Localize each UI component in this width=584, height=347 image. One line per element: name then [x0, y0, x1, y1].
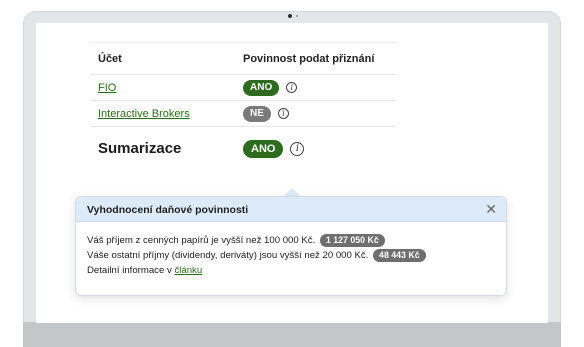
summary-label: Sumarizace — [98, 140, 182, 158]
other-income-amount-badge: 48 443 Kč — [373, 248, 426, 262]
close-icon[interactable]: ✕ — [485, 201, 497, 217]
camera-icon — [288, 14, 292, 18]
summary-status-cell: ANO i — [235, 127, 396, 171]
popover-arrow — [284, 188, 300, 196]
income-securities-line: Váš příjem z cenných papírů je vyšší než… — [87, 233, 495, 248]
table-header-row: Účet Povinnost podat přiznání — [90, 42, 396, 75]
article-link[interactable]: článku — [174, 265, 202, 276]
income-securities-text: Váš příjem z cenných papírů je vyšší než… — [87, 235, 316, 246]
popover-header: Vyhodnocení daňové povinnosti ✕ — [76, 197, 506, 222]
other-income-line: Váše ostatní příjmy (dividendy, deriváty… — [87, 248, 495, 263]
table-row: Interactive Brokers NE i — [90, 100, 396, 127]
info-circle-icon[interactable]: i — [290, 141, 305, 156]
securities-amount-badge: 1 127 050 Kč — [319, 233, 385, 247]
info-circle-icon[interactable]: i — [277, 108, 289, 119]
details-line: Detailní informace v článku — [87, 263, 495, 278]
status-badge: ANO — [243, 79, 280, 96]
account-link-fio[interactable]: FIO — [98, 82, 116, 94]
summary-row: Sumarizace ANO i — [90, 127, 396, 171]
summary-status-badge: ANO — [243, 139, 284, 158]
tax-evaluation-popover: Vyhodnocení daňové povinnosti ✕ Váš příj… — [75, 196, 507, 296]
column-header-obligation: Povinnost podat přiznání — [235, 42, 396, 75]
popover-body: Váš příjem z cenných papírů je vyšší než… — [76, 222, 506, 278]
popover-title: Vyhodnocení daňové povinnosti — [87, 204, 249, 216]
details-text: Detailní informace v — [87, 265, 172, 276]
status-badge: NE — [243, 105, 271, 122]
tax-obligation-table: Účet Povinnost podat přiznání FIO ANO i I… — [90, 42, 396, 171]
info-circle-icon[interactable]: i — [286, 82, 298, 93]
account-link-interactive-brokers[interactable]: Interactive Brokers — [98, 108, 190, 120]
account-cell: FIO — [90, 74, 235, 101]
column-header-account: Účet — [90, 42, 235, 75]
table-row: FIO ANO i — [90, 74, 396, 101]
summary-label-cell: Sumarizace — [90, 127, 235, 171]
other-income-text: Váše ostatní příjmy (dividendy, deriváty… — [87, 250, 369, 261]
status-cell: ANO i — [235, 74, 396, 101]
laptop-base — [23, 322, 561, 347]
account-cell: Interactive Brokers — [90, 100, 235, 127]
status-cell: NE i — [235, 100, 396, 127]
camera-light — [296, 15, 298, 17]
